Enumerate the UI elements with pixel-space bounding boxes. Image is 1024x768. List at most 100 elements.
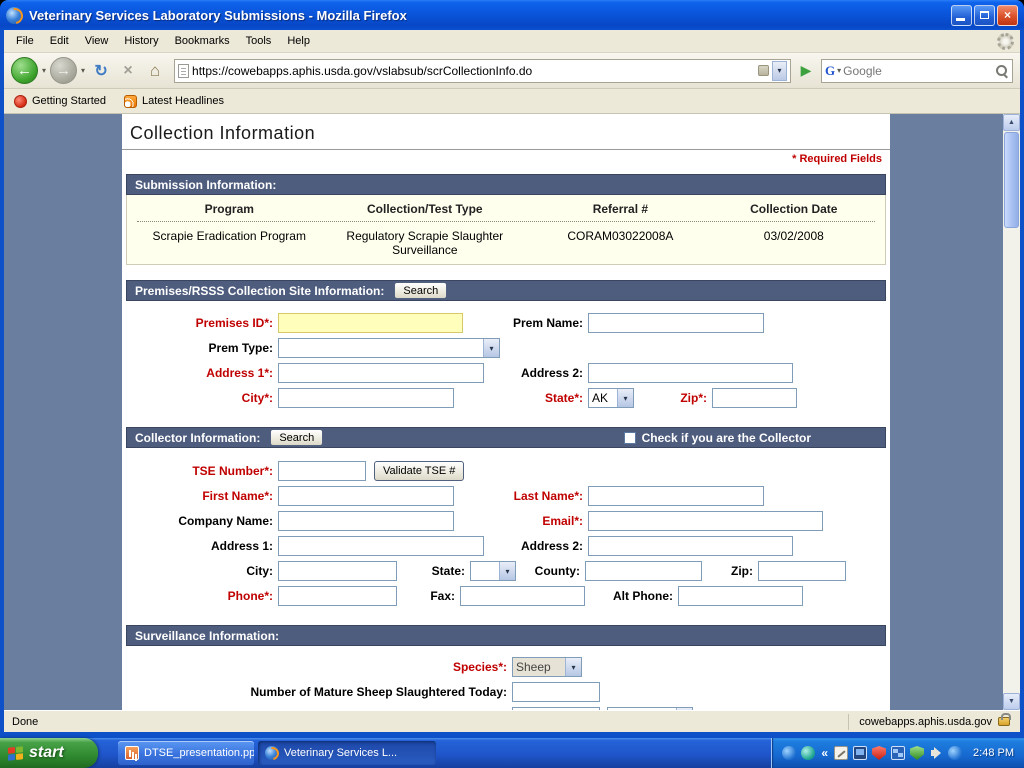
section-title: Premises/RSSS Collection Site Informatio… — [135, 284, 384, 298]
web-page: Collection Information * Required Fields… — [122, 114, 890, 710]
go-button[interactable]: ▶ — [794, 59, 818, 83]
restore-button[interactable] — [974, 5, 995, 26]
collector-state-select[interactable]: ▾ — [470, 561, 516, 581]
window-controls: × — [951, 5, 1018, 26]
prem-name-input[interactable] — [588, 313, 764, 333]
email-input[interactable] — [588, 511, 823, 531]
col-program: Program — [137, 202, 322, 216]
form-row: Address 1: Address 2: — [126, 534, 886, 558]
reload-button[interactable]: ↻ — [89, 59, 113, 83]
section-title: Submission Information: — [135, 178, 276, 192]
premises-search-button[interactable]: Search — [394, 282, 447, 299]
forward-dropdown[interactable]: ▾ — [80, 66, 86, 75]
lock-icon[interactable] — [998, 717, 1010, 726]
pen-input-tray-icon[interactable] — [834, 746, 848, 760]
prem-type-label: Prem Type: — [126, 341, 278, 355]
google-logo-icon: G — [825, 63, 835, 79]
menu-help[interactable]: Help — [279, 32, 318, 50]
collector-search-button[interactable]: Search — [270, 429, 323, 446]
bookmark-getting-started[interactable]: Getting Started — [14, 95, 106, 108]
premises-zip-input[interactable] — [712, 388, 797, 408]
taskbar-task-powerpoint[interactable]: DTSE_presentation.ppt — [118, 741, 254, 765]
premises-section-body: Premises ID*: Prem Name: Prem Type: ▾ Ad… — [122, 301, 890, 427]
task-label: DTSE_presentation.ppt — [144, 747, 254, 759]
back-dropdown[interactable]: ▾ — [41, 66, 47, 75]
collector-address1-label: Address 1: — [126, 539, 278, 553]
minimize-button[interactable] — [951, 5, 972, 26]
status-text: Done — [12, 716, 38, 728]
premises-state-select[interactable]: AK ▾ — [588, 388, 634, 408]
collector-state-label: State: — [397, 564, 470, 578]
stop-button[interactable]: × — [116, 59, 140, 83]
hidden-icons-chevron[interactable]: « — [820, 746, 829, 760]
close-button[interactable]: × — [997, 5, 1018, 26]
search-input[interactable] — [843, 64, 993, 78]
value-test-type: Regulatory Scrapie Slaughter Surveillanc… — [322, 229, 529, 257]
menu-tools[interactable]: Tools — [238, 32, 280, 50]
scroll-up-icon: ▲ — [1008, 119, 1015, 126]
scrollbar-thumb[interactable] — [1004, 132, 1019, 228]
menu-history[interactable]: History — [116, 32, 166, 50]
messenger-tray-icon[interactable] — [782, 746, 796, 760]
menu-edit[interactable]: Edit — [42, 32, 77, 50]
premises-section-header: Premises/RSSS Collection Site Informatio… — [126, 280, 886, 301]
updates-tray-icon[interactable] — [801, 746, 815, 760]
company-name-input[interactable] — [278, 511, 454, 531]
feed-icon[interactable] — [758, 65, 769, 76]
back-button[interactable]: ← — [11, 57, 38, 84]
species-value: Sheep — [516, 660, 551, 674]
taskbar-clock[interactable]: 2:48 PM — [973, 747, 1014, 759]
first-name-input[interactable] — [278, 486, 454, 506]
volume-tray-icon[interactable] — [929, 746, 943, 760]
prem-type-select[interactable]: ▾ — [278, 338, 500, 358]
validate-tse-button[interactable]: Validate TSE # — [374, 461, 464, 481]
start-button[interactable]: start — [0, 738, 98, 768]
menu-file[interactable]: File — [8, 32, 42, 50]
tse-number-input[interactable] — [278, 461, 366, 481]
mature-today-input[interactable] — [512, 682, 600, 702]
url-bar: ▾ — [174, 59, 791, 83]
bookmarks-toolbar: Getting Started Latest Headlines — [4, 89, 1020, 114]
premises-address1-input[interactable] — [278, 363, 484, 383]
premises-address2-input[interactable] — [588, 363, 793, 383]
premises-id-input[interactable] — [278, 313, 463, 333]
search-engine-dropdown[interactable]: ▾ — [837, 66, 841, 75]
form-row: TSE Number*: Validate TSE # — [126, 459, 886, 483]
collector-city-input[interactable] — [278, 561, 397, 581]
taskbar-task-firefox[interactable]: Veterinary Services L... — [258, 741, 436, 765]
forward-button[interactable]: → — [50, 57, 77, 84]
fax-input[interactable] — [460, 586, 585, 606]
scroll-up-button[interactable]: ▲ — [1003, 114, 1020, 131]
value-collection-date: 03/02/2008 — [713, 229, 875, 257]
county-input[interactable] — [585, 561, 702, 581]
security-alert-tray-icon[interactable] — [872, 746, 886, 760]
last-name-input[interactable] — [588, 486, 764, 506]
premises-city-input[interactable] — [278, 388, 454, 408]
collector-address1-input[interactable] — [278, 536, 484, 556]
bookmark-latest-headlines[interactable]: Latest Headlines — [124, 95, 224, 108]
submission-table-header: Program Collection/Test Type Referral # … — [137, 199, 875, 222]
wireless-network-tray-icon[interactable] — [948, 746, 962, 760]
browser-viewport: Collection Information * Required Fields… — [4, 114, 1020, 710]
section-title: Surveillance Information: — [135, 629, 279, 643]
alt-phone-input[interactable] — [678, 586, 803, 606]
species-select[interactable]: Sheep ▾ — [512, 657, 582, 677]
phone-input[interactable] — [278, 586, 397, 606]
collector-address2-input[interactable] — [588, 536, 793, 556]
display-settings-tray-icon[interactable] — [853, 746, 867, 760]
phone-label: Phone*: — [126, 589, 278, 603]
antivirus-tray-icon[interactable] — [910, 746, 924, 760]
menu-view[interactable]: View — [77, 32, 117, 50]
page-scrollbar[interactable]: ▲ ▼ — [1003, 114, 1020, 710]
url-input[interactable] — [192, 64, 755, 78]
collector-zip-input[interactable] — [758, 561, 846, 581]
home-button[interactable]: ⌂ — [143, 59, 167, 83]
scroll-down-button[interactable]: ▼ — [1003, 693, 1020, 710]
chevron-down-icon: ▾ — [499, 562, 515, 580]
collector-self-checkbox[interactable] — [624, 432, 636, 444]
search-magnifier-icon[interactable] — [995, 64, 1009, 78]
menu-bookmarks[interactable]: Bookmarks — [167, 32, 238, 50]
url-history-dropdown[interactable]: ▾ — [772, 61, 787, 81]
network-status-tray-icon[interactable] — [891, 746, 905, 760]
firefox-icon — [265, 746, 279, 760]
